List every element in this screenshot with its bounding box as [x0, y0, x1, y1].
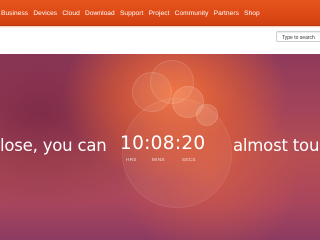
nav-menu: Business Devices Cloud Download Support … [0, 0, 320, 26]
nav-item-devices[interactable]: Devices [33, 10, 57, 17]
countdown-unit-hrs: HRS [126, 157, 137, 162]
hero-text-left: lose, you can [0, 136, 107, 155]
countdown-unit-mins: MINS [152, 157, 165, 162]
nav-item-support[interactable]: Support [120, 10, 143, 17]
bokeh-circle [196, 104, 218, 126]
nav-item-shop[interactable]: Shop [244, 10, 260, 17]
nav-item-partners[interactable]: Partners [214, 10, 239, 17]
hero-text-right: almost touch [233, 136, 320, 155]
nav-item-business[interactable]: Business [1, 10, 28, 17]
nav-item-community[interactable]: Community [175, 10, 209, 17]
countdown-time: 10:08:20 [120, 133, 206, 154]
countdown-timer: 10:08:20 HRS MINS SECS [118, 133, 206, 173]
hero-banner[interactable]: lose, you can 10:08:20 HRS MINS SECS alm… [0, 54, 320, 240]
nav-item-project[interactable]: Project [149, 10, 170, 17]
search-input[interactable] [276, 31, 320, 42]
nav-item-download[interactable]: Download [85, 10, 115, 17]
sub-header [0, 26, 320, 54]
countdown-unit-secs: SECS [182, 157, 196, 162]
top-nav-bar: Business Devices Cloud Download Support … [0, 0, 320, 26]
header-shadow-divider [0, 26, 320, 28]
nav-item-cloud[interactable]: Cloud [62, 10, 79, 17]
